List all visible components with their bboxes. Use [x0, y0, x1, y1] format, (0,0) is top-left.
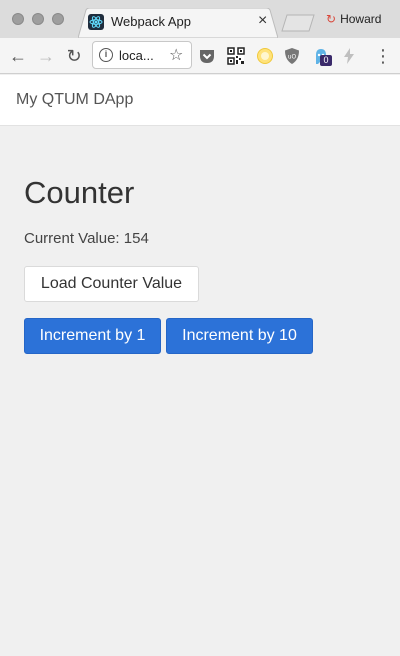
qr-code-icon[interactable]	[227, 47, 245, 65]
svg-text:uO: uO	[288, 54, 297, 61]
browser-toolbar: ← → ↻ i loca... ☆ uO ⋮	[0, 38, 400, 74]
info-icon[interactable]: i	[99, 48, 113, 62]
window-maximize-button[interactable]	[52, 13, 64, 25]
current-value-text: Current Value: 154	[24, 230, 149, 247]
react-icon	[88, 14, 104, 30]
app-navbar: My QTUM DApp	[0, 75, 400, 126]
extension-badge: 0	[320, 55, 332, 66]
browser-tab-active[interactable]: Webpack App ×	[78, 8, 278, 38]
tab-title: Webpack App	[111, 14, 191, 29]
reload-button[interactable]: ↻	[64, 46, 84, 66]
window-close-button[interactable]	[12, 13, 24, 25]
bookmark-star-icon[interactable]: ☆	[169, 45, 183, 65]
new-tab-button[interactable]	[280, 14, 316, 32]
browser-menu-icon[interactable]: ⋮	[374, 47, 392, 65]
ublock-shield-icon[interactable]: uO	[283, 47, 301, 65]
forward-button[interactable]: →	[36, 46, 56, 66]
page-title: Counter	[24, 175, 135, 210]
circle-extension-icon[interactable]	[256, 47, 274, 65]
window-titlebar: Webpack App × ↻ Howard	[0, 0, 400, 38]
increment-by-1-button[interactable]: Increment by 1	[24, 318, 161, 354]
window-minimize-button[interactable]	[32, 13, 44, 25]
load-counter-button[interactable]: Load Counter Value	[24, 266, 199, 302]
tab-close-icon[interactable]: ×	[258, 13, 267, 29]
increment-by-10-button[interactable]: Increment by 10	[166, 318, 313, 354]
bolt-icon[interactable]	[340, 47, 358, 65]
url-text[interactable]: loca...	[119, 48, 154, 63]
profile-name: Howard	[340, 12, 382, 26]
page-body: My QTUM DApp Counter Current Value: 154 …	[0, 75, 400, 656]
brand-link[interactable]: My QTUM DApp	[16, 91, 133, 109]
back-button[interactable]: ←	[8, 46, 28, 66]
address-bar[interactable]: i loca... ☆	[92, 41, 192, 69]
profile-icon: ↻	[326, 12, 337, 26]
profile-button[interactable]: ↻ Howard	[326, 12, 381, 26]
pocket-icon[interactable]	[198, 47, 216, 65]
